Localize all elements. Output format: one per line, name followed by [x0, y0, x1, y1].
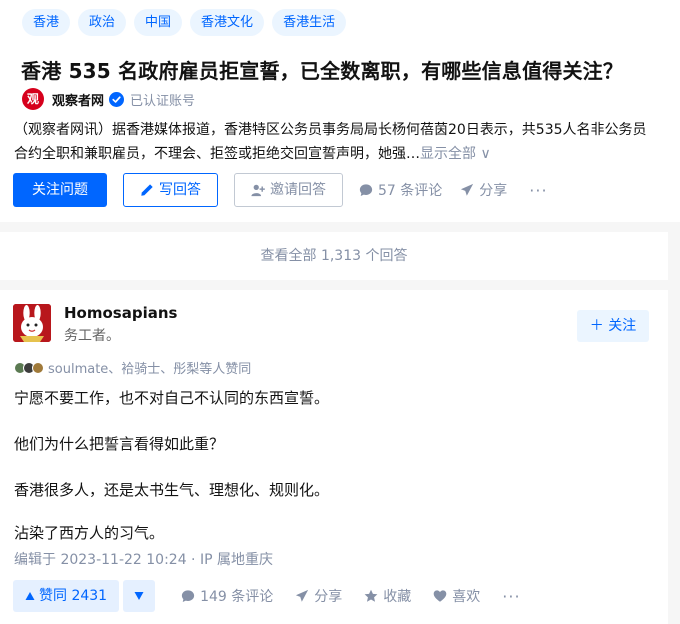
question-more-button[interactable]: ··· — [529, 181, 547, 200]
question-comments-label: 57 条评论 — [378, 183, 443, 199]
follow-question-button[interactable]: 关注问题 — [13, 173, 107, 207]
upvoters-text: soulmate、袷骑士、彤梨等人赞同 — [48, 362, 252, 377]
question-share-label: 分享 — [479, 183, 508, 199]
share-icon — [296, 589, 309, 602]
topic-tag[interactable]: 中国 — [134, 9, 183, 36]
answer-author-name[interactable]: Homosapians — [64, 304, 177, 322]
answer-comments-label: 149 条评论 — [200, 589, 274, 605]
collect-button[interactable]: 收藏 — [364, 586, 411, 606]
comment-icon — [359, 184, 373, 196]
upvote-label: 赞同 2431 — [39, 588, 108, 604]
answer-edit-time[interactable]: 编辑于 2023-11-22 10:24 · IP 属地重庆 — [14, 549, 273, 569]
topic-tag[interactable]: 香港文化 — [190, 9, 265, 36]
plus-icon: ＋ — [589, 318, 604, 334]
invite-answer-button[interactable]: 邀请回答 — [234, 173, 343, 207]
pencil-icon — [141, 184, 153, 196]
comment-icon — [181, 590, 195, 602]
answer-more-button[interactable]: ··· — [502, 587, 520, 606]
person-add-icon — [251, 184, 265, 197]
answer-author-bio: 务工者。 — [64, 328, 120, 344]
upvoter-avatar — [32, 361, 44, 374]
topic-tag[interactable]: 政治 — [78, 9, 127, 36]
excerpt-line: （观察者网讯）据香港媒体报道，香港特区公务员事务局局长杨何蓓茵20日表示，共53… — [14, 122, 647, 138]
triangle-up-icon — [25, 592, 35, 600]
excerpt-line: 合约全职和兼职雇员，不理会、拒签或拒绝交回宣誓声明，她强… — [14, 146, 420, 162]
answer-paragraph: 沾染了西方人的习气。 — [14, 524, 165, 542]
excerpt-line-with-toggle: 合约全职和兼职雇员，不理会、拒签或拒绝交回宣誓声明，她强…显示全部 ∨ — [14, 142, 680, 166]
topic-list: 香港 政治 中国 香港文化 香港生活 — [22, 9, 347, 36]
answer-comments-button[interactable]: 149 条评论 — [181, 586, 273, 606]
write-answer-label: 写回答 — [159, 182, 201, 198]
question-comments-button[interactable]: 57 条评论 — [359, 180, 442, 200]
answer-actions: 赞同 2431 149 条评论 分享 收藏 喜欢 ··· — [13, 580, 521, 612]
question-title[interactable]: 香港 535 名政府雇员拒宣誓，已全数离职，有哪些信息值得关注？ — [21, 55, 623, 84]
answer-paragraph: 香港很多人，还是太书生气、理想化、规则化。 — [14, 481, 330, 499]
write-answer-button[interactable]: 写回答 — [123, 173, 218, 207]
question-share-button[interactable]: 分享 — [460, 180, 507, 200]
follow-author-button[interactable]: ＋ 关注 — [577, 310, 649, 342]
like-label: 喜欢 — [452, 589, 481, 605]
show-all-button[interactable]: 显示全部 ∨ — [420, 146, 491, 162]
question-author: 观 观察者网 已认证账号 — [22, 88, 195, 110]
question-actions: 关注问题 写回答 邀请回答 57 条评论 分享 ··· — [13, 173, 548, 207]
upvote-button[interactable]: 赞同 2431 — [13, 580, 120, 612]
question-excerpt[interactable]: （观察者网讯）据香港媒体报道，香港特区公务员事务局局长杨何蓓茵20日表示，共53… — [14, 118, 680, 166]
triangle-down-icon — [134, 592, 144, 600]
answer-card: Homosapians 务工者。 ＋ 关注 soulmate、袷骑士、彤梨等人赞… — [0, 290, 668, 624]
star-icon — [364, 589, 378, 602]
rabbit-avatar-icon — [13, 304, 51, 342]
verified-label: 已认证账号 — [130, 93, 196, 109]
answer-paragraph: 宁愿不要工作，也不对自己不认同的东西宣誓。 — [14, 389, 330, 407]
author-name[interactable]: 观察者网 — [52, 90, 104, 109]
downvote-button[interactable] — [123, 580, 156, 612]
upvoters-row[interactable]: soulmate、袷骑士、彤梨等人赞同 — [14, 358, 251, 377]
topic-tag[interactable]: 香港 — [22, 9, 71, 36]
author-logo[interactable]: 观 — [22, 88, 44, 110]
invite-answer-label: 邀请回答 — [270, 182, 326, 198]
answer-share-button[interactable]: 分享 — [295, 586, 342, 606]
topic-tag[interactable]: 香港生活 — [272, 9, 347, 36]
view-all-answers-button[interactable]: 查看全部 1,313 个回答 — [0, 232, 668, 280]
verified-icon — [109, 91, 125, 107]
follow-author-label: 关注 — [608, 318, 637, 334]
share-icon — [461, 183, 474, 196]
like-button[interactable]: 喜欢 — [433, 586, 480, 606]
question-card: 香港 政治 中国 香港文化 香港生活 香港 535 名政府雇员拒宣誓，已全数离职… — [0, 0, 680, 222]
answer-paragraph: 他们为什么把誓言看得如此重？ — [14, 435, 225, 453]
collect-label: 收藏 — [383, 589, 412, 605]
answer-share-label: 分享 — [314, 589, 343, 605]
avatar[interactable] — [13, 304, 51, 342]
heart-icon — [433, 590, 447, 602]
